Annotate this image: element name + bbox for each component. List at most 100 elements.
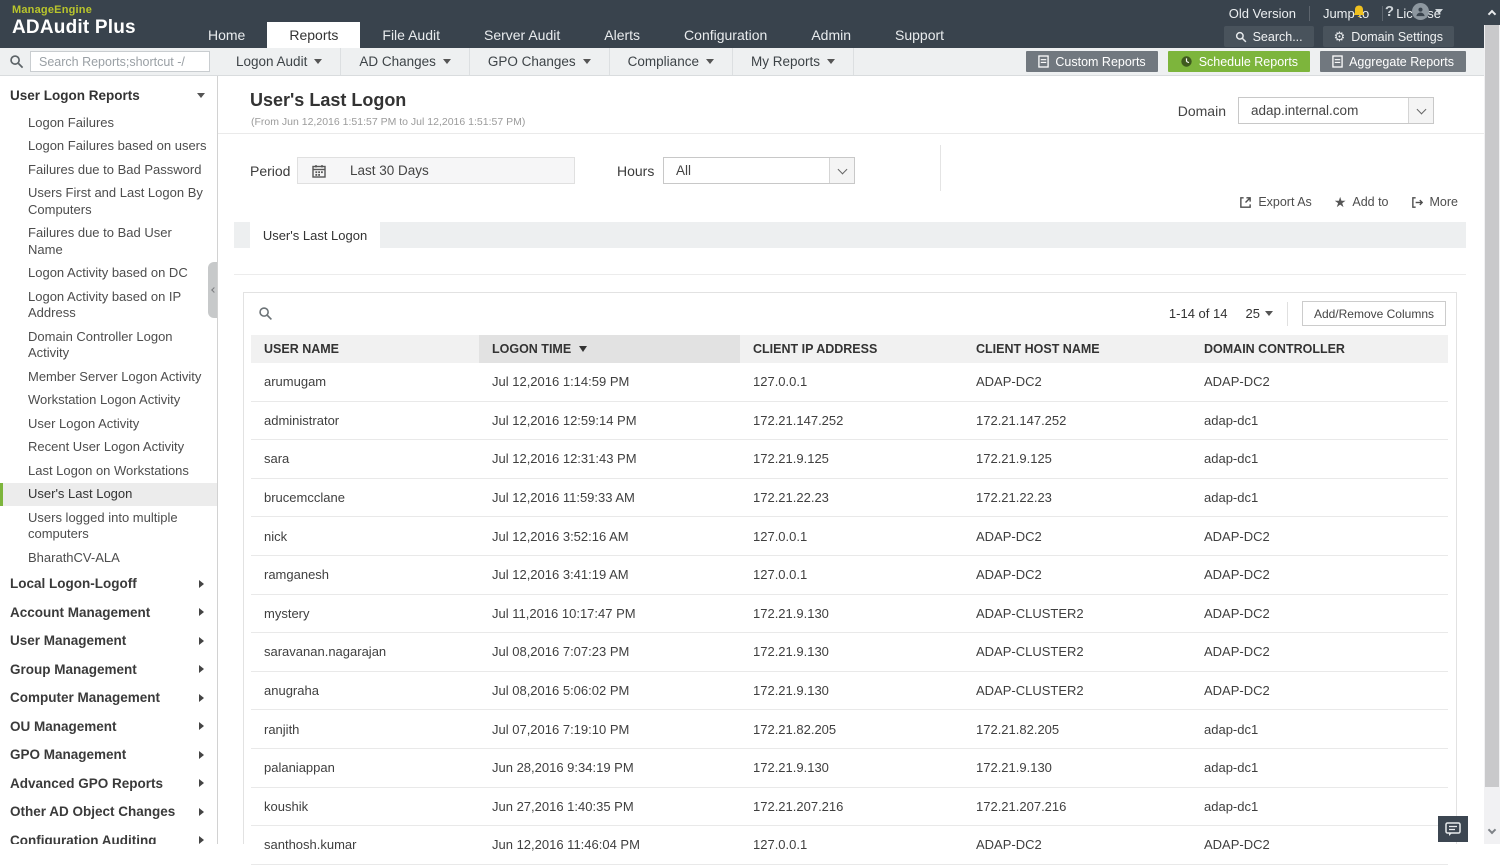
nav-tab-file-audit[interactable]: File Audit bbox=[360, 22, 462, 48]
table-row[interactable]: administratorJul 12,2016 12:59:14 PM172.… bbox=[251, 402, 1448, 441]
chevron-down-icon bbox=[583, 59, 591, 64]
sidebar-item-failures-due-to-bad-user-name[interactable]: Failures due to Bad User Name bbox=[0, 222, 217, 262]
hours-select[interactable]: All bbox=[663, 157, 855, 184]
sidebar-section-account-management[interactable]: Account Management bbox=[0, 598, 217, 627]
sidebar-item-user-logon-activity[interactable]: User Logon Activity bbox=[0, 412, 217, 436]
sidebar-section-user-management[interactable]: User Management bbox=[0, 627, 217, 656]
sidebar-section-configuration-auditing[interactable]: Configuration Auditing bbox=[0, 826, 217, 844]
domain-select[interactable]: adap.internal.com bbox=[1238, 97, 1434, 124]
sidebar-item-users-logged-into-multiple-computers[interactable]: Users logged into multiple computers bbox=[0, 506, 217, 546]
cell-domain-controller: adap-dc1 bbox=[1191, 788, 1448, 826]
chat-widget-button[interactable] bbox=[1438, 816, 1468, 842]
sidebar-item-member-server-logon-activity[interactable]: Member Server Logon Activity bbox=[0, 365, 217, 389]
sidebar-item-recent-user-logon-activity[interactable]: Recent User Logon Activity bbox=[0, 436, 217, 460]
aggregate-reports-button[interactable]: Aggregate Reports bbox=[1320, 51, 1466, 72]
menu-my-reports[interactable]: My Reports bbox=[733, 48, 854, 75]
table-row[interactable]: ranjithJul 07,2016 7:19:10 PM172.21.82.2… bbox=[251, 710, 1448, 749]
menu-label: GPO Changes bbox=[488, 54, 576, 69]
sidebar-collapse-handle[interactable] bbox=[208, 262, 217, 318]
sidebar-item-failures-due-to-bad-password[interactable]: Failures due to Bad Password bbox=[0, 158, 217, 182]
column-header-domain-controller[interactable]: DOMAIN CONTROLLER bbox=[1191, 335, 1448, 363]
cell-client-host-name: 172.21.9.125 bbox=[963, 440, 1191, 478]
report-tabstrip: User's Last Logon bbox=[234, 222, 1466, 248]
scrollbar-thumb[interactable] bbox=[1485, 25, 1499, 787]
sidebar-item-bharathcv-ala[interactable]: BharathCV-ALA bbox=[0, 546, 217, 570]
table-row[interactable]: koushikJun 27,2016 1:40:35 PM172.21.207.… bbox=[251, 788, 1448, 827]
sidebar-item-logon-failures-based-on-users[interactable]: Logon Failures based on users bbox=[0, 135, 217, 159]
help-icon[interactable]: ? bbox=[1376, 3, 1403, 20]
report-search-input[interactable] bbox=[30, 51, 210, 72]
add-remove-columns-button[interactable]: Add/Remove Columns bbox=[1302, 301, 1446, 326]
add-to-button[interactable]: ★ Add to bbox=[1334, 195, 1389, 209]
tab-users-last-logon[interactable]: User's Last Logon bbox=[250, 222, 380, 248]
cell-client-host-name: 172.21.147.252 bbox=[963, 402, 1191, 440]
sidebar-item-domain-controller-logon-activity[interactable]: Domain Controller Logon Activity bbox=[0, 325, 217, 365]
column-header-logon-time[interactable]: LOGON TIME bbox=[479, 335, 740, 363]
nav-tab-home[interactable]: Home bbox=[186, 22, 267, 48]
export-as-button[interactable]: Export As bbox=[1239, 195, 1312, 209]
nav-tab-admin[interactable]: Admin bbox=[789, 22, 873, 48]
menu-ad-changes[interactable]: AD Changes bbox=[341, 48, 470, 75]
chevron-right-icon bbox=[199, 779, 204, 787]
sidebar-item-logon-failures[interactable]: Logon Failures bbox=[0, 111, 217, 135]
user-account-menu[interactable] bbox=[1403, 3, 1452, 20]
sidebar-item-logon-activity-based-on-dc[interactable]: Logon Activity based on DC bbox=[0, 262, 217, 286]
chevron-right-icon bbox=[199, 637, 204, 645]
table-row[interactable]: saravanan.nagarajanJul 08,2016 7:07:23 P… bbox=[251, 633, 1448, 672]
column-header-client-host-name[interactable]: CLIENT HOST NAME bbox=[963, 335, 1191, 363]
table-row[interactable]: brucemcclaneJul 12,2016 11:59:33 AM172.2… bbox=[251, 479, 1448, 518]
nav-tab-configuration[interactable]: Configuration bbox=[662, 22, 789, 48]
table-row[interactable]: santhosh.kumarJun 12,2016 11:46:04 PM127… bbox=[251, 826, 1448, 865]
notifications-bell-icon[interactable] bbox=[1342, 4, 1376, 20]
sidebar-section-label: Local Logon-Logoff bbox=[10, 576, 137, 591]
cell-client-ip-address: 172.21.82.205 bbox=[740, 710, 963, 748]
vertical-scrollbar[interactable] bbox=[1484, 0, 1500, 844]
schedule-reports-button[interactable]: Schedule Reports bbox=[1168, 51, 1310, 72]
nav-tab-support[interactable]: Support bbox=[873, 22, 966, 48]
menu-compliance[interactable]: Compliance bbox=[610, 48, 733, 75]
page-size-select[interactable]: 25 bbox=[1245, 306, 1272, 321]
period-picker[interactable]: Last 30 Days bbox=[297, 157, 575, 184]
table-row[interactable]: palaniappanJun 28,2016 9:34:19 PM172.21.… bbox=[251, 749, 1448, 788]
table-row[interactable]: arumugamJul 12,2016 1:14:59 PM127.0.0.1A… bbox=[251, 363, 1448, 402]
chevron-right-icon bbox=[199, 722, 204, 730]
sidebar-item-last-logon-on-workstations[interactable]: Last Logon on Workstations bbox=[0, 459, 217, 483]
sidebar-section-other-ad-object-changes[interactable]: Other AD Object Changes bbox=[0, 798, 217, 827]
sidebar-section-gpo-management[interactable]: GPO Management bbox=[0, 741, 217, 770]
column-header-client-ip-address[interactable]: CLIENT IP ADDRESS bbox=[740, 335, 963, 363]
cell-client-ip-address: 172.21.22.23 bbox=[740, 479, 963, 517]
chevron-down-icon bbox=[827, 59, 835, 64]
sidebar-item-user-s-last-logon[interactable]: User's Last Logon bbox=[0, 483, 217, 507]
more-button[interactable]: More bbox=[1411, 195, 1458, 209]
sidebar-item-logon-activity-based-on-ip-address[interactable]: Logon Activity based on IP Address bbox=[0, 285, 217, 325]
table-row[interactable]: mysteryJul 11,2016 10:17:47 PM172.21.9.1… bbox=[251, 595, 1448, 634]
table-row[interactable]: anugrahaJul 08,2016 5:06:02 PM172.21.9.1… bbox=[251, 672, 1448, 711]
sidebar-item-workstation-logon-activity[interactable]: Workstation Logon Activity bbox=[0, 389, 217, 413]
scroll-down-arrow[interactable] bbox=[1484, 822, 1500, 840]
sidebar-section-local-logon-logoff[interactable]: Local Logon-Logoff bbox=[0, 570, 217, 599]
report-doc-icon bbox=[1332, 55, 1343, 68]
sidebar-section-ou-management[interactable]: OU Management bbox=[0, 712, 217, 741]
sidebar-section-advanced-gpo-reports[interactable]: Advanced GPO Reports bbox=[0, 769, 217, 798]
table-search-icon[interactable] bbox=[258, 306, 273, 321]
table-row[interactable]: saraJul 12,2016 12:31:43 PM172.21.9.1251… bbox=[251, 440, 1448, 479]
custom-reports-button[interactable]: Custom Reports bbox=[1026, 51, 1157, 72]
sidebar-section-computer-management[interactable]: Computer Management bbox=[0, 684, 217, 713]
sidebar-section-group-management[interactable]: Group Management bbox=[0, 655, 217, 684]
table-row[interactable]: ramganeshJul 12,2016 3:41:19 AM127.0.0.1… bbox=[251, 556, 1448, 595]
nav-tab-reports[interactable]: Reports bbox=[267, 22, 360, 48]
table-row[interactable]: nickJul 12,2016 3:52:16 AM127.0.0.1ADAP-… bbox=[251, 517, 1448, 556]
sidebar-item-users-first-and-last-logon-by-computers[interactable]: Users First and Last Logon By Computers bbox=[0, 182, 217, 222]
menu-gpo-changes[interactable]: GPO Changes bbox=[470, 48, 610, 75]
menu-logon-audit[interactable]: Logon Audit bbox=[218, 48, 341, 75]
chevron-up-icon bbox=[1488, 10, 1496, 18]
global-search-button[interactable]: Search... bbox=[1224, 26, 1314, 47]
nav-tab-alerts[interactable]: Alerts bbox=[582, 22, 662, 48]
nav-tab-server-audit[interactable]: Server Audit bbox=[462, 22, 582, 48]
scroll-up-arrow[interactable] bbox=[1484, 0, 1500, 25]
column-header-user-name[interactable]: USER NAME bbox=[251, 335, 479, 363]
domain-settings-button[interactable]: ⚙ Domain Settings bbox=[1323, 26, 1454, 47]
cell-logon-time: Jul 12,2016 12:59:14 PM bbox=[479, 402, 740, 440]
sidebar-section-user-logon-reports[interactable]: User Logon Reports bbox=[0, 76, 217, 111]
gear-icon: ⚙ bbox=[1334, 29, 1346, 45]
